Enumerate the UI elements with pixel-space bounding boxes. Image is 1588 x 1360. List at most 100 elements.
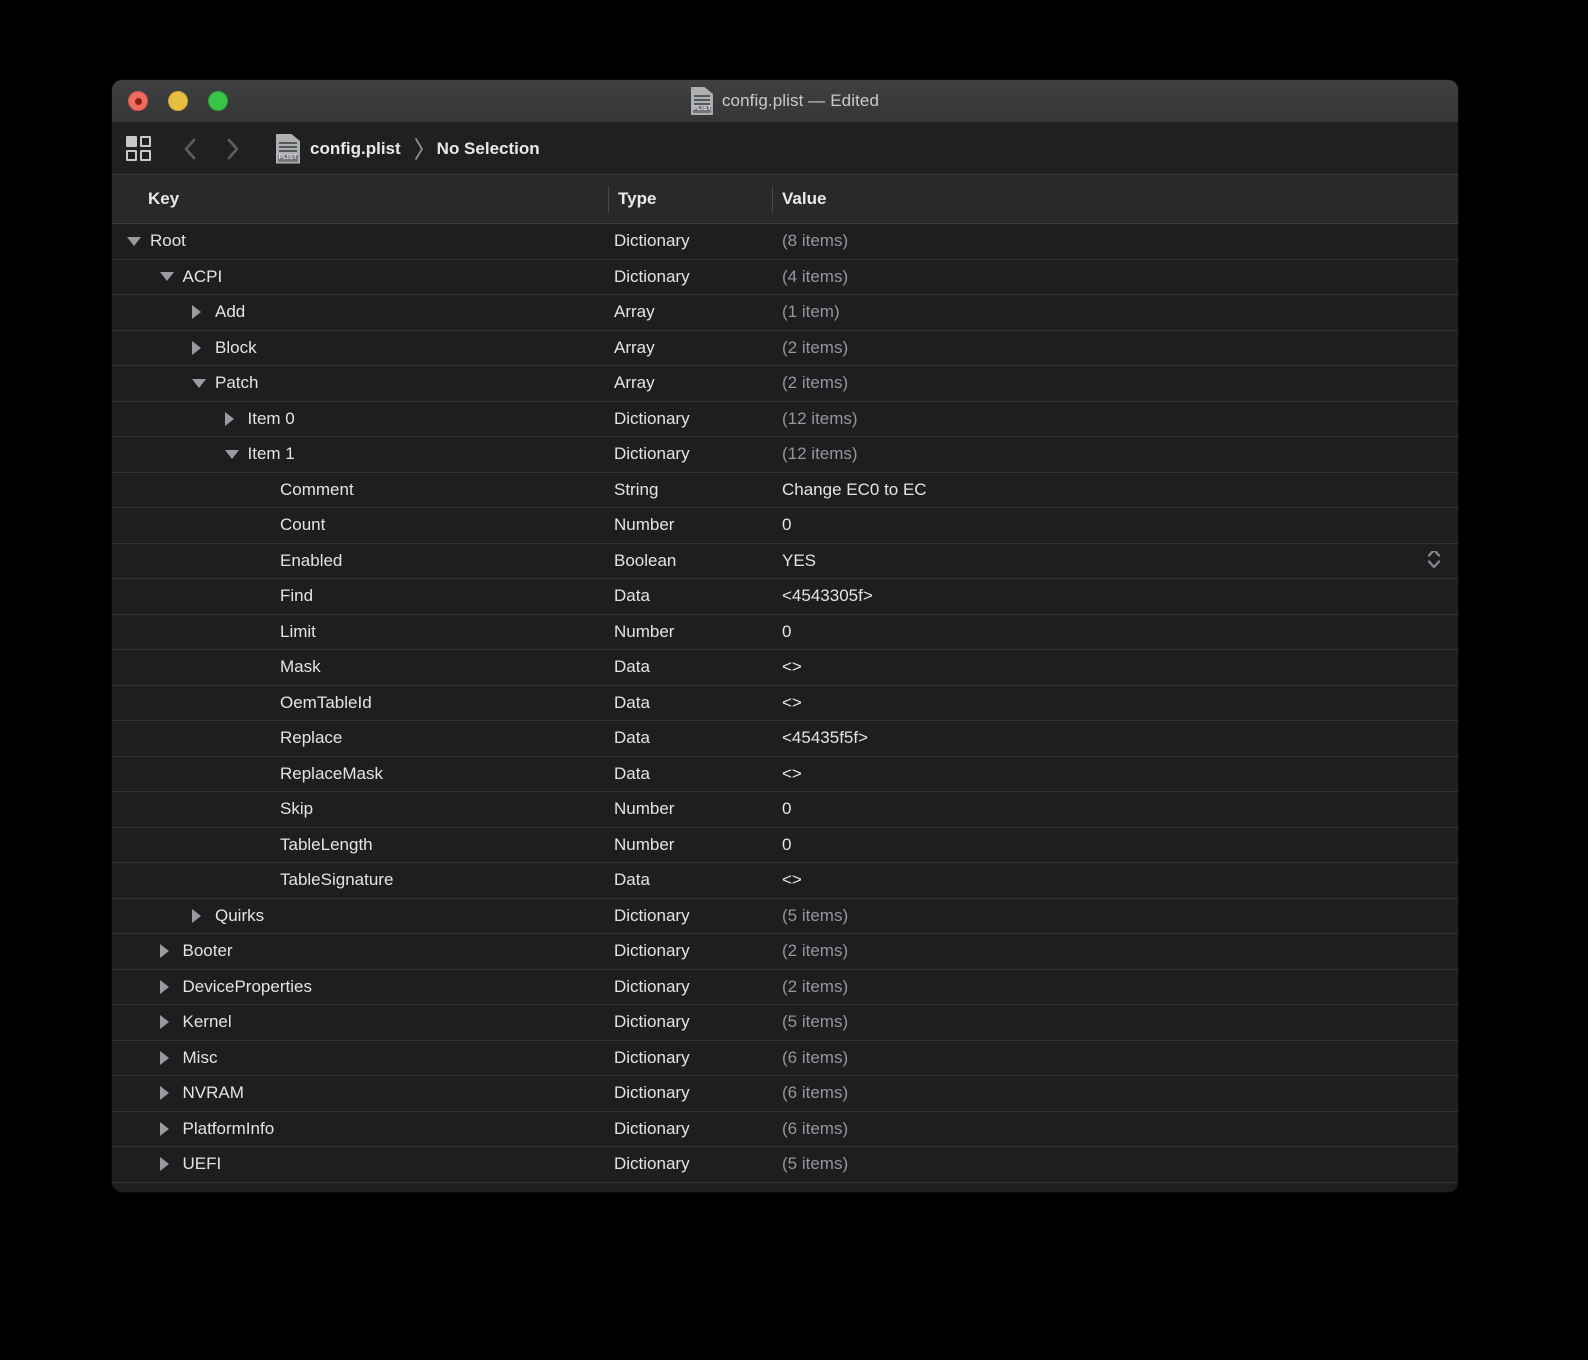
row-type[interactable]: Data [608,728,772,748]
table-row[interactable]: Add Array (1 item) [112,295,1458,331]
row-value[interactable]: (12 items) [782,409,858,429]
row-value[interactable]: <45435f5f> [782,728,868,748]
row-type[interactable]: Array [608,373,772,393]
table-row[interactable]: Item 0 Dictionary (12 items) [112,402,1458,438]
row-value[interactable]: <4543305f> [782,586,873,606]
row-value[interactable]: (4 items) [782,267,848,287]
row-value[interactable]: 0 [782,799,791,819]
table-row[interactable]: TableSignature Data <> [112,863,1458,899]
row-type[interactable]: Number [608,799,772,819]
row-value[interactable]: (5 items) [782,1154,848,1174]
row-value[interactable]: (2 items) [782,977,848,997]
row-type[interactable]: Dictionary [608,1154,772,1174]
disclosure-triangle-icon[interactable] [192,379,215,388]
row-value[interactable]: (2 items) [782,941,848,961]
zoom-button[interactable] [208,91,228,111]
disclosure-triangle-icon[interactable] [160,1015,183,1029]
row-value[interactable]: (6 items) [782,1048,848,1068]
row-value[interactable]: <> [782,764,802,784]
row-value[interactable]: 0 [782,515,791,535]
related-items-icon[interactable] [126,136,152,162]
disclosure-triangle-icon[interactable] [225,412,248,426]
row-type[interactable]: Array [608,302,772,322]
table-row[interactable]: PlatformInfo Dictionary (6 items) [112,1112,1458,1148]
row-value[interactable]: 0 [782,622,791,642]
row-type[interactable]: Dictionary [608,977,772,997]
table-row[interactable]: Kernel Dictionary (5 items) [112,1005,1458,1041]
table-row[interactable]: Count Number 0 [112,508,1458,544]
disclosure-triangle-icon[interactable] [225,450,248,459]
row-type[interactable]: Dictionary [608,409,772,429]
table-row[interactable]: UEFI Dictionary (5 items) [112,1147,1458,1183]
table-row[interactable]: Comment String Change EC0 to EC [112,473,1458,509]
breadcrumb-file[interactable]: config.plist [310,139,401,159]
row-value[interactable]: (5 items) [782,906,848,926]
row-type[interactable]: Dictionary [608,1048,772,1068]
row-type[interactable]: Data [608,657,772,677]
row-value[interactable]: (6 items) [782,1119,848,1139]
table-row[interactable]: ACPI Dictionary (4 items) [112,260,1458,296]
column-header-key[interactable]: Key [112,189,608,209]
row-value[interactable]: (12 items) [782,444,858,464]
minimize-button[interactable] [168,91,188,111]
row-value[interactable]: (1 item) [782,302,840,322]
row-type[interactable]: Dictionary [608,1083,772,1103]
table-row[interactable]: NVRAM Dictionary (6 items) [112,1076,1458,1112]
table-row[interactable]: Block Array (2 items) [112,331,1458,367]
table-row[interactable]: Find Data <4543305f> [112,579,1458,615]
table-row[interactable]: Misc Dictionary (6 items) [112,1041,1458,1077]
row-value[interactable]: <> [782,693,802,713]
table-row[interactable]: Quirks Dictionary (5 items) [112,899,1458,935]
row-type[interactable]: Data [608,870,772,890]
row-value[interactable]: <> [782,870,802,890]
row-type[interactable]: Data [608,764,772,784]
boolean-stepper[interactable] [1426,551,1442,571]
row-value[interactable]: (5 items) [782,1012,848,1032]
row-type[interactable]: Number [608,515,772,535]
table-row[interactable]: DeviceProperties Dictionary (2 items) [112,970,1458,1006]
row-type[interactable]: Data [608,586,772,606]
row-value[interactable]: (2 items) [782,373,848,393]
table-row[interactable]: Mask Data <> [112,650,1458,686]
column-header-value[interactable]: Value [772,186,1458,212]
breadcrumb-selection[interactable]: No Selection [437,139,540,159]
row-type[interactable]: String [608,480,772,500]
row-value[interactable]: (8 items) [782,231,848,251]
row-type[interactable]: Dictionary [608,1119,772,1139]
table-row[interactable]: Enabled Boolean YES [112,544,1458,580]
row-type[interactable]: Dictionary [608,1012,772,1032]
disclosure-triangle-icon[interactable] [192,909,215,923]
disclosure-triangle-icon[interactable] [160,1157,183,1171]
row-value[interactable]: YES [782,551,816,571]
row-type[interactable]: Array [608,338,772,358]
titlebar[interactable]: config.plist — Edited [112,80,1458,123]
table-row[interactable]: ReplaceMask Data <> [112,757,1458,793]
row-type[interactable]: Number [608,835,772,855]
table-row[interactable]: OemTableId Data <> [112,686,1458,722]
disclosure-triangle-icon[interactable] [192,341,215,355]
column-header-type[interactable]: Type [608,186,772,212]
disclosure-triangle-icon[interactable] [127,237,150,246]
row-type[interactable]: Data [608,693,772,713]
row-type[interactable]: Dictionary [608,444,772,464]
disclosure-triangle-icon[interactable] [160,272,183,281]
row-type[interactable]: Boolean [608,551,772,571]
disclosure-triangle-icon[interactable] [160,980,183,994]
disclosure-triangle-icon[interactable] [160,1122,183,1136]
table-row[interactable]: TableLength Number 0 [112,828,1458,864]
table-row[interactable]: Skip Number 0 [112,792,1458,828]
row-value[interactable]: (6 items) [782,1083,848,1103]
row-type[interactable]: Number [608,622,772,642]
row-type[interactable]: Dictionary [608,906,772,926]
disclosure-triangle-icon[interactable] [160,944,183,958]
row-type[interactable]: Dictionary [608,231,772,251]
table-row[interactable]: Root Dictionary (8 items) [112,224,1458,260]
row-value[interactable]: Change EC0 to EC [782,480,927,500]
row-value[interactable]: <> [782,657,802,677]
disclosure-triangle-icon[interactable] [160,1086,183,1100]
disclosure-triangle-icon[interactable] [160,1051,183,1065]
close-button[interactable] [128,91,148,111]
table-row[interactable]: Replace Data <45435f5f> [112,721,1458,757]
back-button[interactable] [174,134,204,164]
row-value[interactable]: 0 [782,835,791,855]
